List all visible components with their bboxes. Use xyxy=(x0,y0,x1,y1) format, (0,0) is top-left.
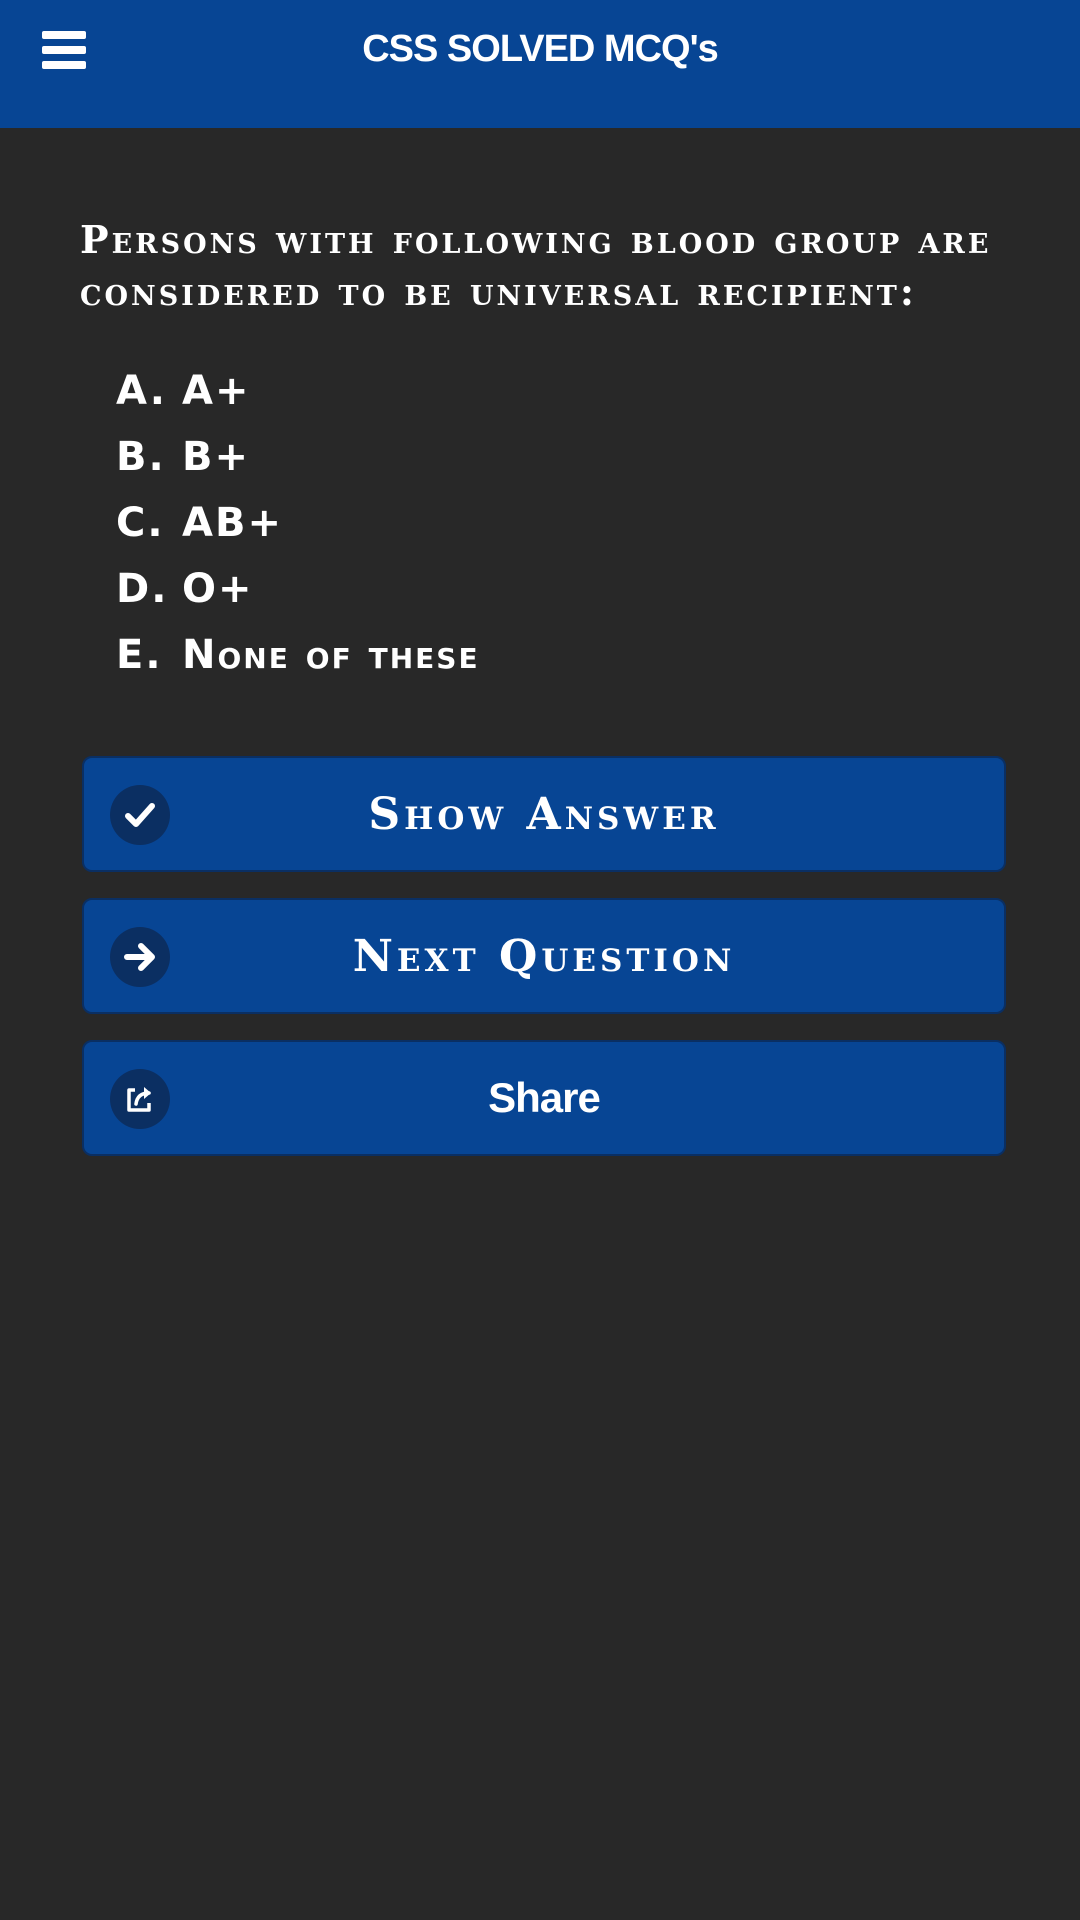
next-question-label: Next Question xyxy=(352,930,736,982)
option-letter: B. xyxy=(116,434,166,480)
show-answer-button[interactable]: Show Answer xyxy=(82,756,1006,872)
option-d: D. O+ xyxy=(116,556,1000,622)
option-letter: C. xyxy=(116,500,165,546)
action-buttons: Show Answer Next Question Share xyxy=(82,756,1006,1182)
option-a: A. A+ xyxy=(116,358,1000,424)
option-text: A+ xyxy=(182,368,251,414)
show-answer-label: Show Answer xyxy=(368,788,720,840)
option-text: O+ xyxy=(182,566,254,612)
option-letter: D. xyxy=(116,566,169,612)
share-button[interactable]: Share xyxy=(82,1040,1006,1156)
option-letter: E. xyxy=(116,632,163,678)
option-text: AB+ xyxy=(182,500,283,546)
question-card: Persons with following blood group are c… xyxy=(80,214,1000,688)
question-text: Persons with following blood group are c… xyxy=(80,217,992,314)
option-c: C. AB+ xyxy=(116,490,1000,556)
options-list: A. A+ B. B+ C. AB+ D. O+ E. None of thes… xyxy=(80,358,1000,688)
option-b: B. B+ xyxy=(116,424,1000,490)
option-letter: A. xyxy=(116,368,167,414)
option-e: E. None of these xyxy=(116,622,1000,688)
next-question-button[interactable]: Next Question xyxy=(82,898,1006,1014)
share-label: Share xyxy=(488,1074,601,1121)
option-text: None of these xyxy=(182,632,480,678)
app-title: CSS SOLVED MCQ's xyxy=(362,28,719,70)
option-text: B+ xyxy=(182,434,251,480)
app-bar: CSS SOLVED MCQ's xyxy=(0,0,1080,128)
